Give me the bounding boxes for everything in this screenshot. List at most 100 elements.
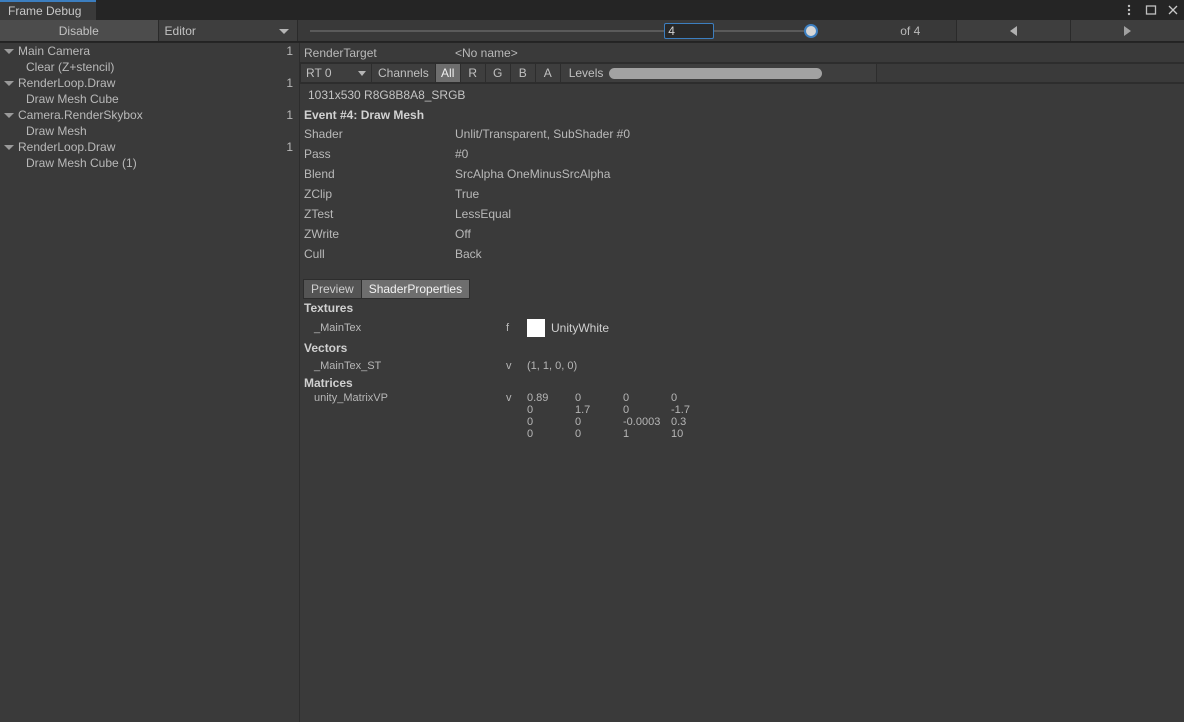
- vector-property-type: v: [506, 359, 512, 372]
- vector-property-row: _MainTex_ST v (1, 1, 0, 0): [300, 357, 1184, 374]
- tree-row[interactable]: Draw Mesh Cube (1): [0, 155, 299, 171]
- tree-row[interactable]: Draw Mesh: [0, 123, 299, 139]
- event-property-value: LessEqual: [455, 207, 512, 221]
- event-tree-list: Main Camera 1 Clear (Z+stencil) RenderLoop.…: [0, 43, 299, 171]
- frame-slider-track: [310, 29, 813, 32]
- tree-row-label: Clear (Z+stencil): [26, 60, 115, 74]
- tree-row-label: Main Camera: [18, 44, 91, 58]
- channel-button-r[interactable]: R: [460, 63, 486, 83]
- next-event-button[interactable]: [1070, 20, 1184, 41]
- foldout-triangle-icon[interactable]: [4, 80, 14, 86]
- event-property-value: #0: [455, 147, 469, 161]
- arrow-left-icon: [1009, 25, 1017, 36]
- mode-tab-shaderproperties[interactable]: ShaderProperties: [361, 279, 471, 299]
- event-property-row: Cull Back: [300, 244, 1184, 264]
- texture-property-name: _MainTex: [314, 322, 362, 334]
- matrix-cell: 0.89: [527, 392, 549, 404]
- event-property-row: ZClip True: [300, 184, 1184, 204]
- matrix-cell: 0: [623, 392, 630, 404]
- levels-control[interactable]: Levels: [560, 63, 877, 83]
- event-property-row: ZTest LessEqual: [300, 204, 1184, 224]
- levels-range-slider[interactable]: [609, 67, 823, 79]
- foldout-triangle-icon[interactable]: [4, 48, 14, 54]
- event-title: Event #4: Draw Mesh: [304, 107, 425, 122]
- chevron-down-icon: [279, 28, 290, 34]
- rendertarget-controls-filler: [876, 63, 1184, 83]
- channel-button-g[interactable]: G: [485, 63, 511, 83]
- foldout-triangle-icon[interactable]: [4, 144, 14, 150]
- close-icon[interactable]: [1166, 3, 1180, 17]
- event-property-key: ZWrite: [304, 227, 340, 241]
- event-property-row: Blend SrcAlpha OneMinusSrcAlpha: [300, 164, 1184, 184]
- tree-row-label: Draw Mesh Cube: [26, 92, 119, 106]
- event-property-key: Cull: [304, 247, 325, 261]
- rt-select-dropdown[interactable]: RT 0: [300, 63, 372, 83]
- matrix-cell: 0.3: [671, 416, 687, 428]
- event-property-row: Pass #0: [300, 144, 1184, 164]
- arrow-right-icon: [1123, 25, 1131, 36]
- matrix-cell: 0: [575, 416, 582, 428]
- tree-row[interactable]: Main Camera 1: [0, 43, 299, 59]
- tree-row-label: RenderLoop.Draw: [18, 140, 116, 154]
- tree-row[interactable]: Camera.RenderSkybox 1: [0, 107, 299, 123]
- chevron-down-icon: [358, 71, 366, 76]
- matrix-cell: 0: [527, 428, 534, 440]
- rendertarget-info: 1031x530 R8G8B8A8_SRGB: [308, 87, 466, 102]
- matrices-list: unity_MatrixVP v 0.89 0 0 0 0 1.7 0 -1.7 0 0 -0.0003…: [300, 392, 1184, 440]
- window-controls: [1122, 0, 1180, 20]
- event-property-value: Off: [455, 227, 471, 241]
- tree-row-label: RenderLoop.Draw: [18, 76, 116, 90]
- matrix-row: 0 0 1 10: [527, 428, 719, 440]
- matrix-row: 0 1.7 0 -1.7: [527, 404, 719, 416]
- channel-button-a[interactable]: A: [535, 63, 561, 83]
- event-property-value: Back: [455, 247, 482, 261]
- frame-slider-knob[interactable]: [804, 23, 819, 38]
- frame-slider[interactable]: 4: [298, 20, 859, 41]
- texture-property-type: f: [506, 322, 510, 334]
- maximize-icon[interactable]: [1144, 3, 1158, 17]
- levels-label: Levels: [568, 66, 604, 80]
- rendertarget-header: RenderTarget <No name>: [300, 43, 1184, 63]
- matrices-header: Matrices: [304, 376, 353, 390]
- matrix-row: 0.89 0 0 0: [527, 392, 719, 404]
- event-property-key: ZClip: [304, 187, 333, 201]
- disable-button[interactable]: Disable: [0, 20, 159, 41]
- event-property-key: Blend: [304, 167, 335, 181]
- matrix-cell: 10: [671, 428, 684, 440]
- frame-debugger-toolbar: Disable Editor 4 of 4: [0, 20, 1184, 42]
- channel-button-b[interactable]: B: [510, 63, 536, 83]
- matrix-cell: 0: [623, 404, 630, 416]
- mode-tab-preview[interactable]: Preview: [303, 279, 362, 299]
- event-tree-panel[interactable]: Main Camera 1 Clear (Z+stencil) RenderLoop.…: [0, 43, 299, 722]
- matrix-property-row: unity_MatrixVP v 0.89 0 0 0 0 1.7 0 -1.7 0 0 -0.0003…: [300, 392, 1184, 440]
- tree-row-label: Draw Mesh Cube (1): [26, 156, 137, 170]
- tree-row-label: Draw Mesh: [26, 124, 87, 138]
- frame-index-input[interactable]: 4: [664, 22, 715, 39]
- event-property-value: True: [455, 187, 480, 201]
- tree-row[interactable]: Clear (Z+stencil): [0, 59, 299, 75]
- foldout-triangle-icon[interactable]: [4, 112, 14, 118]
- rendertarget-name: <No name>: [455, 45, 518, 60]
- detail-mode-tabs: Preview ShaderProperties: [303, 279, 1184, 299]
- kebab-menu-icon[interactable]: [1122, 3, 1136, 17]
- channel-button-all[interactable]: All: [435, 63, 461, 83]
- event-detail-panel: RenderTarget <No name> RT 0 Channels All…: [300, 43, 1184, 722]
- tree-row[interactable]: Draw Mesh Cube: [0, 91, 299, 107]
- texture-value-name: UnityWhite: [551, 321, 610, 335]
- shader-properties-section: Textures _MainTex f UnityWhite Vectors _Ma…: [300, 299, 1184, 440]
- target-dropdown[interactable]: Editor: [158, 20, 299, 41]
- texture-property-row: _MainTex f UnityWhite: [300, 317, 1184, 339]
- vectors-header: Vectors: [304, 341, 348, 355]
- levels-slider-min-handle[interactable]: [609, 67, 621, 79]
- prev-event-button[interactable]: [957, 20, 1071, 41]
- tree-row[interactable]: RenderLoop.Draw 1: [0, 139, 299, 155]
- tab-frame-debug[interactable]: Frame Debug: [0, 0, 96, 20]
- matrix-cell: 0: [671, 392, 678, 404]
- matrix-cell: -1.7: [671, 404, 690, 416]
- event-property-value: SrcAlpha OneMinusSrcAlpha: [455, 167, 611, 181]
- matrix-cell: 0: [575, 428, 582, 440]
- tree-row[interactable]: RenderLoop.Draw 1: [0, 75, 299, 91]
- channels-label: Channels: [372, 63, 436, 83]
- levels-slider-max-handle[interactable]: [811, 67, 823, 79]
- textures-header: Textures: [304, 301, 354, 315]
